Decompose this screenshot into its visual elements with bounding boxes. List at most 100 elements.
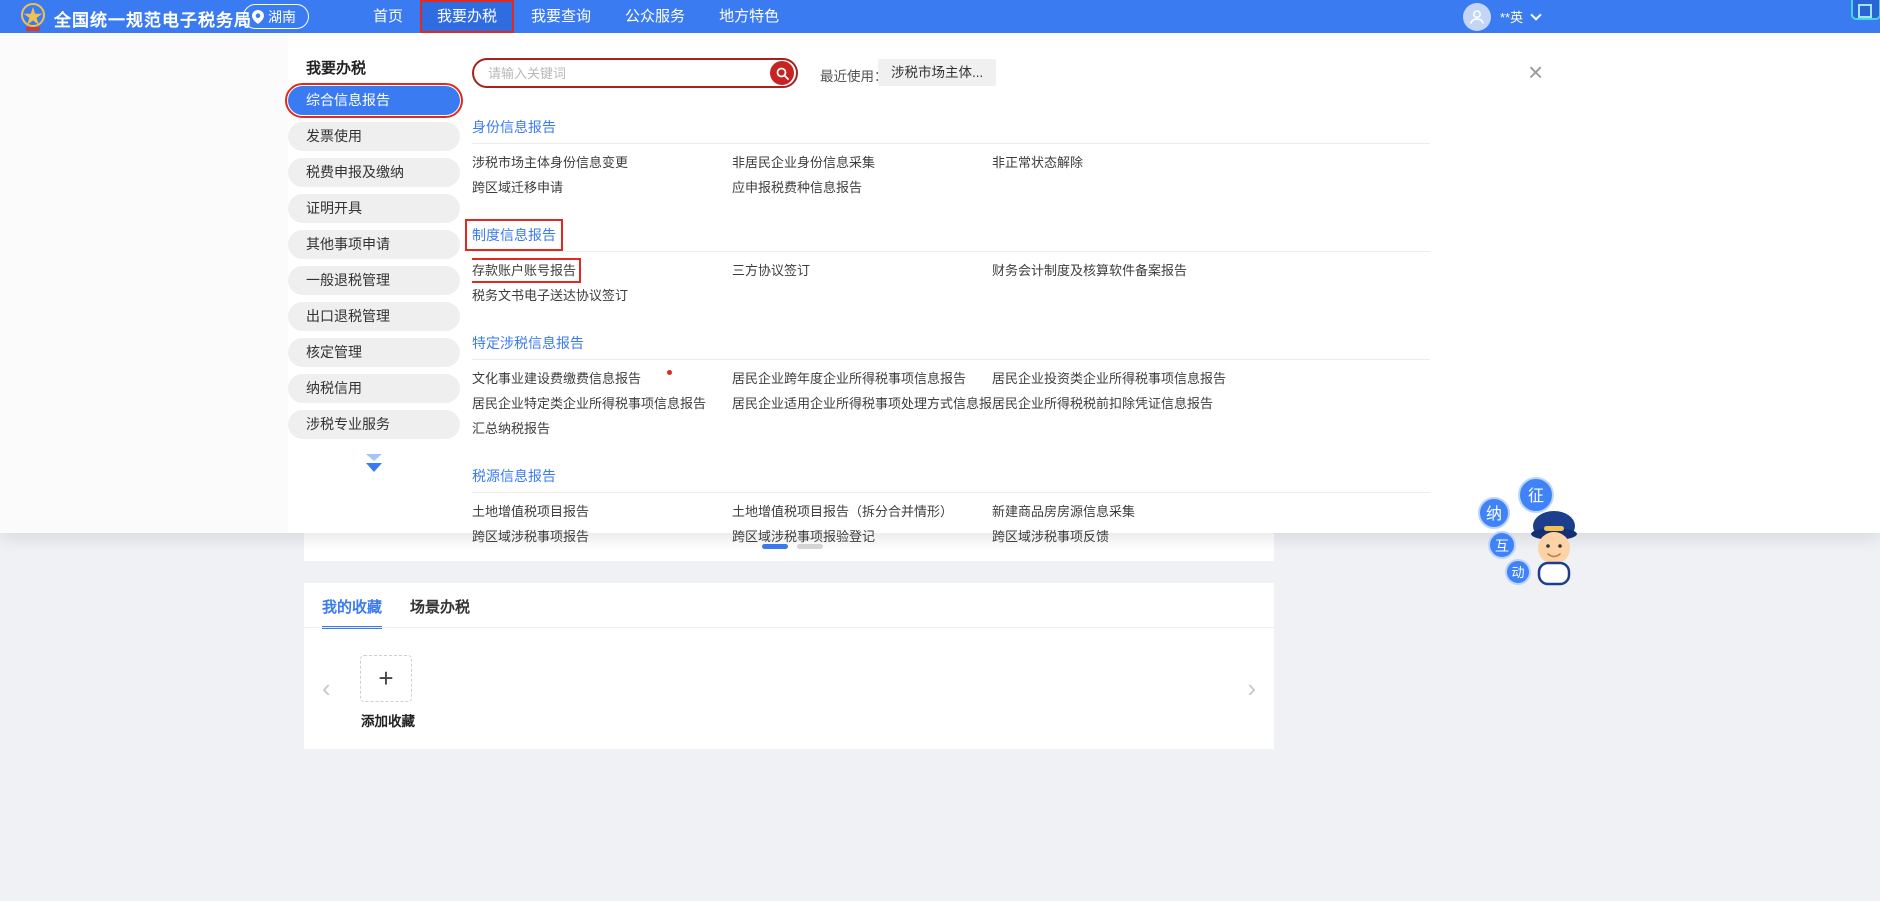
search-button[interactable]	[770, 61, 794, 85]
sidebar-item[interactable]: 出口退税管理	[288, 302, 460, 331]
menu-item[interactable]: 非正常状态解除	[992, 155, 1083, 170]
menu-item[interactable]: 非居民企业身份信息采集	[732, 155, 875, 170]
menu-cell: 跨区域涉税事项报验登记	[732, 524, 992, 549]
nav-item-公众服务[interactable]: 公众服务	[608, 0, 702, 33]
divider	[304, 627, 1274, 628]
menu-item[interactable]: 土地增值税项目报告（拆分合并情形）	[732, 504, 953, 519]
section-title[interactable]: 特定涉税信息报告	[472, 334, 584, 352]
svg-text:动: 动	[1511, 565, 1524, 580]
menu-item[interactable]: 涉税市场主体身份信息变更	[472, 155, 628, 170]
section-grid: 存款账户账号报告 三方协议签订 财务会计制度及核算软件备案报告税务文书电子送达协议签…	[472, 258, 1430, 308]
mega-menu-sidebar: 我要办税 综合信息报告发票使用税费申报及缴纳证明开具其他事项申请一般退税管理出口…	[288, 33, 460, 533]
section-grid: 涉税市场主体身份信息变更 非居民企业身份信息采集 非正常状态解除跨区域迁移申请 应申报…	[472, 150, 1430, 200]
menu-item[interactable]: 跨区域涉税事项报告	[472, 529, 589, 544]
sidebar-item[interactable]: 证明开具	[288, 194, 460, 223]
nav-item-地方特色[interactable]: 地方特色	[702, 0, 796, 33]
section-title[interactable]: 身份信息报告	[472, 118, 556, 136]
section-grid: 土地增值税项目报告土地增值税项目报告（拆分合并情形）新建商品房房源信息采集跨区域…	[472, 499, 1430, 549]
menu-item[interactable]: 跨区域迁移申请	[472, 180, 563, 195]
menu-item[interactable]: 居民企业投资类企业所得税事项信息报告	[992, 371, 1226, 386]
menu-item[interactable]: 文化事业建设费缴费信息报告	[472, 371, 641, 386]
menu-section: 制度信息报告存款账户账号报告 三方协议签订 财务会计制度及核算软件备案报告税务文书电…	[472, 226, 1430, 308]
menu-item[interactable]: 存款账户账号报告	[472, 263, 576, 278]
menu-item[interactable]: 财务会计制度及核算软件备案报告	[992, 263, 1187, 278]
section-title[interactable]: 制度信息报告	[472, 226, 556, 244]
search-input[interactable]	[488, 61, 758, 85]
interaction-mascot[interactable]: 征 纳 互 动	[1476, 474, 1580, 586]
sidebar-item[interactable]: 综合信息报告	[288, 86, 460, 115]
location-label: 湖南	[268, 7, 296, 27]
user-cluster: **英	[1463, 0, 1540, 33]
favorites-card: 我的收藏场景办税 + 添加收藏 ‹ ›	[304, 583, 1274, 749]
user-avatar[interactable]	[1463, 3, 1491, 31]
menu-cell: 税务文书电子送达协议签订	[472, 283, 732, 308]
menu-cell: 跨区域涉税事项报告	[472, 524, 732, 549]
tax-bureau-emblem-icon	[18, 2, 48, 32]
divider	[472, 143, 1430, 144]
menu-section: 特定涉税信息报告文化事业建设费缴费信息报告居民企业跨年度企业所得税事项信息报告居…	[472, 334, 1430, 441]
menu-cell	[992, 175, 1430, 200]
menu-item[interactable]: 居民企业特定类企业所得税事项信息报告	[472, 396, 706, 411]
recent-used-item[interactable]: 涉税市场主体...	[878, 59, 996, 86]
sidebar-item[interactable]: 一般退税管理	[288, 266, 460, 295]
chevron-down-icon[interactable]	[1530, 9, 1541, 20]
nav-item-我要办税[interactable]: 我要办税	[420, 0, 514, 33]
menu-item[interactable]: 跨区域涉税事项反馈	[992, 529, 1109, 544]
sidebar-item[interactable]: 税费申报及缴纳	[288, 158, 460, 187]
location-selector[interactable]: 湖南	[243, 4, 309, 29]
menu-cell: 财务会计制度及核算软件备案报告	[992, 258, 1430, 283]
menu-item[interactable]: 三方协议签订	[732, 263, 810, 278]
menu-item[interactable]: 居民企业所得税税前扣除凭证信息报告	[992, 396, 1213, 411]
divider	[472, 492, 1430, 493]
location-pin-icon	[252, 10, 264, 24]
sidebar-item[interactable]: 涉税专业服务	[288, 410, 460, 439]
menu-item[interactable]: 汇总纳税报告	[472, 421, 550, 436]
app-header: 全国统一规范电子税务局 湖南 首页我要办税我要查询公众服务地方特色 **英	[0, 0, 1880, 33]
sidebar-expand-button[interactable]	[288, 454, 460, 472]
menu-item[interactable]: 土地增值税项目报告	[472, 504, 589, 519]
nav-item-首页[interactable]: 首页	[356, 0, 420, 33]
carousel-next-icon[interactable]: ›	[1247, 675, 1256, 701]
menu-cell: 应申报税费种信息报告	[732, 175, 992, 200]
sidebar-item[interactable]: 核定管理	[288, 338, 460, 367]
main-nav: 首页我要办税我要查询公众服务地方特色	[356, 0, 796, 33]
page-title: 全国统一规范电子税务局	[54, 6, 252, 31]
sidebar-item[interactable]: 发票使用	[288, 122, 460, 151]
nav-item-我要查询[interactable]: 我要查询	[514, 0, 608, 33]
corner-widget-icon[interactable]	[1851, 0, 1880, 20]
menu-item[interactable]: 税务文书电子送达协议签订	[472, 288, 628, 303]
menu-item[interactable]: 居民企业适用企业所得税事项处理方式信息报...	[732, 396, 992, 411]
menu-section: 身份信息报告涉税市场主体身份信息变更 非居民企业身份信息采集 非正常状态解除跨区域迁…	[472, 118, 1430, 200]
menu-search-box	[472, 58, 798, 88]
menu-cell: 跨区域涉税事项反馈	[992, 524, 1430, 549]
section-title[interactable]: 税源信息报告	[472, 467, 556, 485]
menu-cell: 存款账户账号报告	[472, 258, 732, 283]
search-icon	[776, 67, 789, 80]
menu-cell	[992, 416, 1430, 441]
tab-场景办税[interactable]: 场景办税	[410, 596, 470, 629]
menu-cell: 居民企业所得税税前扣除凭证信息报告	[992, 391, 1430, 416]
red-dot-icon	[667, 370, 672, 375]
carousel-prev-icon[interactable]: ‹	[322, 675, 331, 701]
menu-item[interactable]: 跨区域涉税事项报验登记	[732, 529, 875, 544]
menu-item[interactable]: 居民企业跨年度企业所得税事项信息报告	[732, 371, 966, 386]
mega-menu-content: 最近使用： 涉税市场主体... 身份信息报告涉税市场主体身份信息变更非居民企业身…	[472, 33, 1430, 533]
sidebar-title: 我要办税	[306, 57, 366, 78]
sidebar-item[interactable]: 其他事项申请	[288, 230, 460, 259]
menu-cell	[732, 283, 992, 308]
user-name[interactable]: **英	[1500, 7, 1523, 26]
add-favorite-button[interactable]: +	[360, 655, 412, 702]
expand-arrow-icon	[366, 463, 382, 472]
menu-cell: 居民企业投资类企业所得税事项信息报告	[992, 366, 1430, 391]
menu-cell: 非居民企业身份信息采集	[732, 150, 992, 175]
menu-item[interactable]: 新建商品房房源信息采集	[992, 504, 1135, 519]
menu-item[interactable]: 应申报税费种信息报告	[732, 180, 862, 195]
menu-cell: 文化事业建设费缴费信息报告	[472, 366, 732, 391]
person-icon	[1468, 8, 1486, 26]
tab-我的收藏[interactable]: 我的收藏	[322, 596, 382, 629]
sidebar-item[interactable]: 纳税信用	[288, 374, 460, 403]
menu-cell: 汇总纳税报告	[472, 416, 732, 441]
divider	[472, 359, 1430, 360]
close-icon[interactable]: ×	[1528, 59, 1543, 85]
tax-mega-menu: 我要办税 综合信息报告发票使用税费申报及缴纳证明开具其他事项申请一般退税管理出口…	[0, 33, 1880, 533]
